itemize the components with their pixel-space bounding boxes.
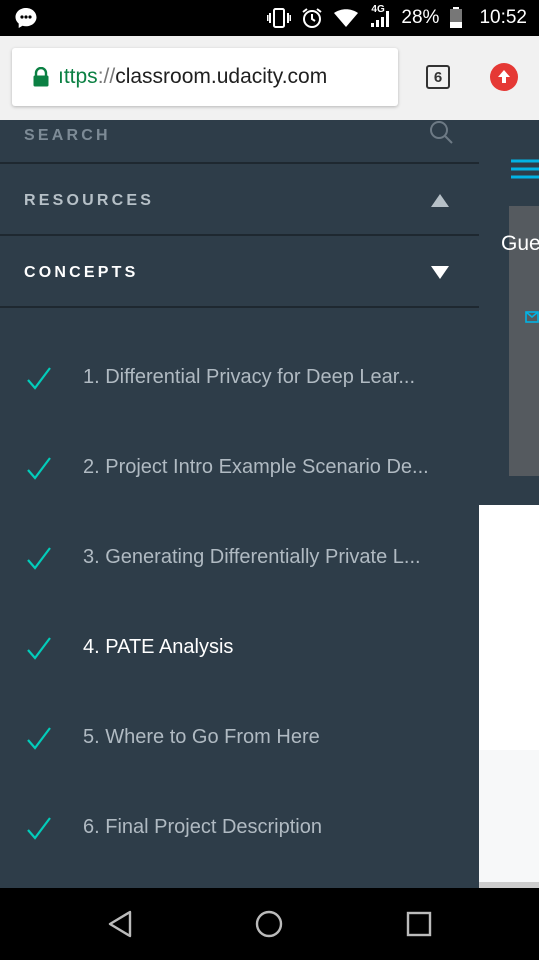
resources-label: RESOURCES xyxy=(24,192,155,209)
url-text: ıttps://classroom.udacity.com xyxy=(58,65,327,89)
tab-switcher-button[interactable]: 6 xyxy=(426,65,450,89)
expand-arrow-icon xyxy=(431,266,449,279)
navigation-drawer: SEARCH RESOURCES CONCEPTS 1. Differentia… xyxy=(0,120,479,888)
browser-toolbar: ıttps://classroom.udacity.com 6 xyxy=(0,36,539,120)
check-icon xyxy=(26,636,52,660)
resources-toggle[interactable]: RESOURCES xyxy=(0,164,479,236)
recents-icon[interactable] xyxy=(405,910,433,943)
hamburger-menu-icon[interactable] xyxy=(511,158,539,180)
status-bar: 4G 28% 10:52 xyxy=(0,0,539,36)
network-type-label: 4G xyxy=(371,4,385,15)
concept-item-2[interactable]: 2. Project Intro Example Scenario De... xyxy=(0,428,479,518)
check-icon xyxy=(26,816,52,840)
check-icon xyxy=(26,726,52,750)
messenger-bubble-icon xyxy=(14,7,38,29)
concept-label: 3. Generating Differentially Private L..… xyxy=(83,546,421,568)
mail-icon[interactable] xyxy=(525,310,539,324)
concept-item-1[interactable]: 1. Differential Privacy for Deep Lear... xyxy=(0,338,479,428)
concepts-label: CONCEPTS xyxy=(24,264,139,281)
page-background: Gue xyxy=(479,120,539,888)
lock-icon xyxy=(32,66,50,87)
wifi-icon xyxy=(333,8,359,28)
url-scheme: ıttps xyxy=(58,65,98,88)
alarm-icon xyxy=(301,7,323,29)
address-bar[interactable]: ıttps://classroom.udacity.com xyxy=(12,48,398,106)
hero-text: Gue xyxy=(501,232,539,255)
concept-label-active: 4. PATE Analysis xyxy=(83,636,234,658)
concept-item-5[interactable]: 5. Where to Go From Here xyxy=(0,698,479,788)
collapse-arrow-icon xyxy=(431,194,449,207)
clock: 10:52 xyxy=(479,7,527,28)
battery-percent: 28% xyxy=(401,7,440,28)
concept-label: 1. Differential Privacy for Deep Lear... xyxy=(83,366,416,388)
page-header xyxy=(479,120,539,206)
url-separator: :// xyxy=(97,65,116,88)
page-lower-section xyxy=(479,750,539,882)
back-icon[interactable] xyxy=(106,910,134,943)
check-icon xyxy=(26,546,52,570)
update-arrow-icon[interactable] xyxy=(490,63,518,91)
concept-label: 2. Project Intro Example Scenario De... xyxy=(83,456,429,478)
concept-label: 5. Where to Go From Here xyxy=(83,726,320,748)
concept-item-4[interactable]: 4. PATE Analysis xyxy=(0,608,479,698)
url-host: classroom.udacity.com xyxy=(115,65,328,88)
concept-label: 6. Final Project Description xyxy=(83,816,322,838)
concept-item-3[interactable]: 3. Generating Differentially Private L..… xyxy=(0,518,479,608)
home-icon[interactable] xyxy=(255,910,283,943)
concepts-toggle[interactable]: CONCEPTS xyxy=(0,236,479,308)
search-icon[interactable] xyxy=(429,120,453,144)
system-navigation-bar xyxy=(0,888,539,960)
concept-item-6[interactable]: 6. Final Project Description xyxy=(0,788,479,878)
search-section[interactable]: SEARCH xyxy=(0,120,479,164)
vibrate-icon xyxy=(267,7,292,29)
search-label: SEARCH xyxy=(24,127,111,144)
signal-icon: 4G xyxy=(369,4,391,28)
check-icon xyxy=(26,456,52,480)
battery-icon xyxy=(449,7,463,29)
check-icon xyxy=(26,366,52,390)
page-hero: Gue xyxy=(479,206,539,505)
